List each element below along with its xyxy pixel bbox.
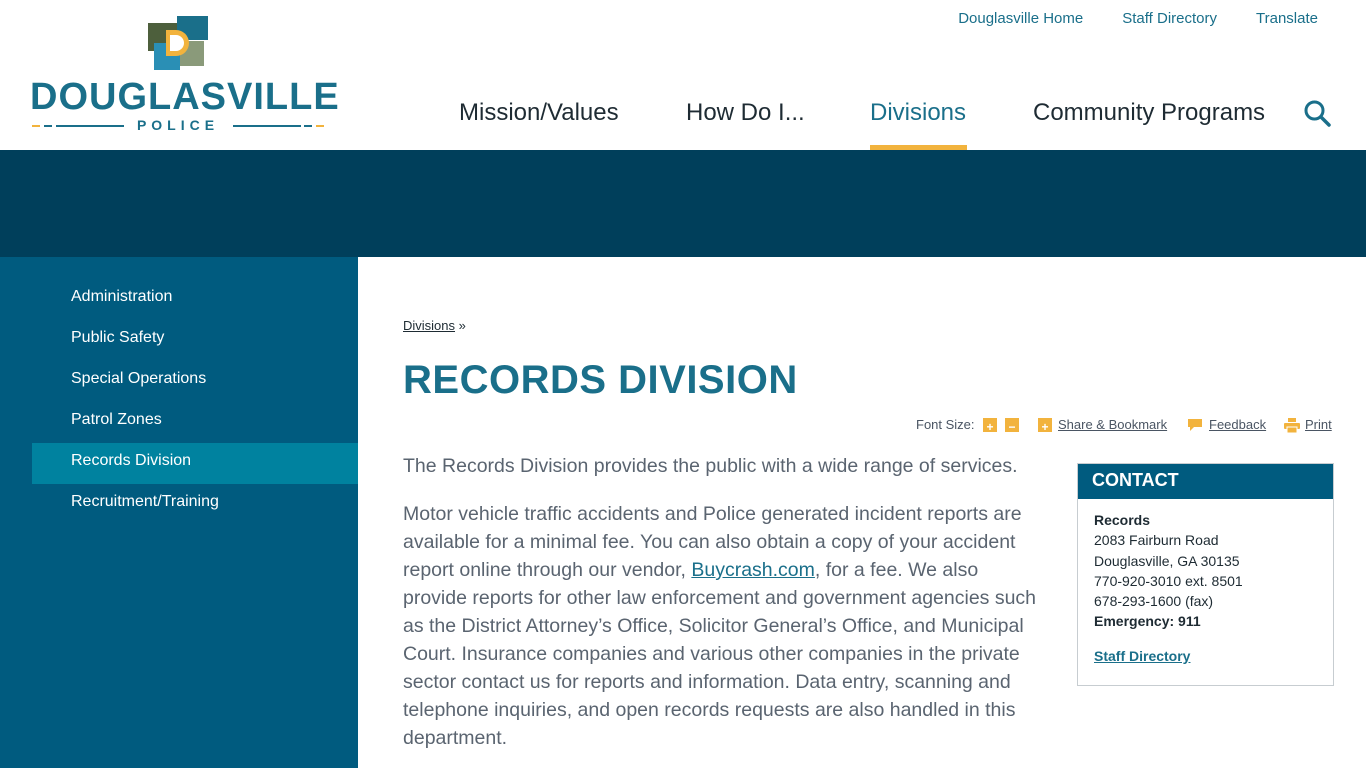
share-plus-icon: + xyxy=(1038,418,1052,434)
emergency-number: 911 xyxy=(1178,613,1201,630)
logo-dash xyxy=(304,125,312,127)
breadcrumb-divisions-link[interactable]: Divisions xyxy=(403,318,455,333)
font-increase-icon[interactable]: + xyxy=(983,418,997,434)
douglasville-home-link[interactable]: Douglasville Home xyxy=(958,10,1083,27)
share-bookmark-link[interactable]: Share & Bookmark xyxy=(1058,416,1167,434)
site-header: DOUGLASVILLE POLICE Douglasville Home St… xyxy=(0,0,1366,150)
contact-phone: 770-920-3010 ext. 8501 xyxy=(1094,572,1243,589)
main-content: The Records Division provides the public… xyxy=(403,452,1045,772)
contact-address-line-1: 2083 Fairburn Road xyxy=(1094,532,1219,549)
translate-link[interactable]: Translate xyxy=(1256,10,1318,27)
font-decrease-icon[interactable]: − xyxy=(1005,418,1019,434)
contact-heading: CONTACT xyxy=(1078,464,1333,499)
contact-details: Records 2083 Fairburn Road Douglasville,… xyxy=(1078,499,1333,677)
logo-rule xyxy=(233,125,301,127)
contact-emergency: Emergency: 911 xyxy=(1094,611,1317,631)
print-icon xyxy=(1284,418,1300,433)
feedback-link[interactable]: Feedback xyxy=(1209,416,1266,434)
print-link[interactable]: Print xyxy=(1305,416,1332,434)
contact-name: Records xyxy=(1094,512,1151,528)
emergency-label: Emergency: xyxy=(1094,613,1175,630)
sidebar-item-patrol-zones[interactable]: Patrol Zones xyxy=(32,402,358,443)
logo-mark-icon xyxy=(148,16,208,70)
nav-community-programs[interactable]: Community Programs xyxy=(1033,98,1265,128)
feedback-icon xyxy=(1188,419,1202,431)
breadcrumb-separator: » xyxy=(458,318,466,333)
page-title: RECORDS DIVISION xyxy=(403,358,798,402)
contact-fax: 678-293-1600 (fax) xyxy=(1094,593,1214,610)
utility-nav: Douglasville Home Staff Directory Transl… xyxy=(919,10,1318,27)
hero-banner xyxy=(0,150,1366,257)
contact-address-line-2: Douglasville, GA 30135 xyxy=(1094,552,1240,569)
douglasville-police-logo[interactable]: DOUGLASVILLE POLICE xyxy=(30,16,340,136)
logo-wordmark: DOUGLASVILLE xyxy=(30,76,340,118)
sidebar-item-special-operations[interactable]: Special Operations xyxy=(32,361,358,402)
details-paragraph: Motor vehicle traffic accidents and Poli… xyxy=(403,500,1045,752)
sidebar-item-records-division[interactable]: Records Division xyxy=(32,443,358,484)
staff-directory-link[interactable]: Staff Directory xyxy=(1122,10,1217,27)
sidebar-item-recruitment-training[interactable]: Recruitment/Training xyxy=(32,484,358,525)
breadcrumb: Divisions » xyxy=(403,318,466,333)
intro-paragraph: The Records Division provides the public… xyxy=(403,455,1018,477)
contact-staff-directory-link[interactable]: Staff Directory xyxy=(1094,646,1190,666)
sidebar-item-public-safety[interactable]: Public Safety xyxy=(32,320,358,361)
details-text-2: , for a fee. We also provide reports for… xyxy=(403,559,1037,749)
logo-subline: POLICE xyxy=(30,116,326,136)
contact-box: CONTACT Records 2083 Fairburn Road Dougl… xyxy=(1077,463,1334,686)
font-size-label: Font Size: xyxy=(916,417,975,432)
nav-how-do-i[interactable]: How Do I... xyxy=(686,98,805,128)
search-icon[interactable] xyxy=(1303,99,1331,127)
sidebar-item-administration[interactable]: Administration xyxy=(32,279,358,320)
nav-divisions[interactable]: Divisions xyxy=(870,98,966,128)
sidebar-nav: Administration Public Safety Special Ope… xyxy=(0,257,358,768)
nav-mission-values[interactable]: Mission/Values xyxy=(459,98,619,128)
buycrash-link[interactable]: Buycrash.com xyxy=(691,559,815,581)
logo-dash xyxy=(316,125,324,127)
